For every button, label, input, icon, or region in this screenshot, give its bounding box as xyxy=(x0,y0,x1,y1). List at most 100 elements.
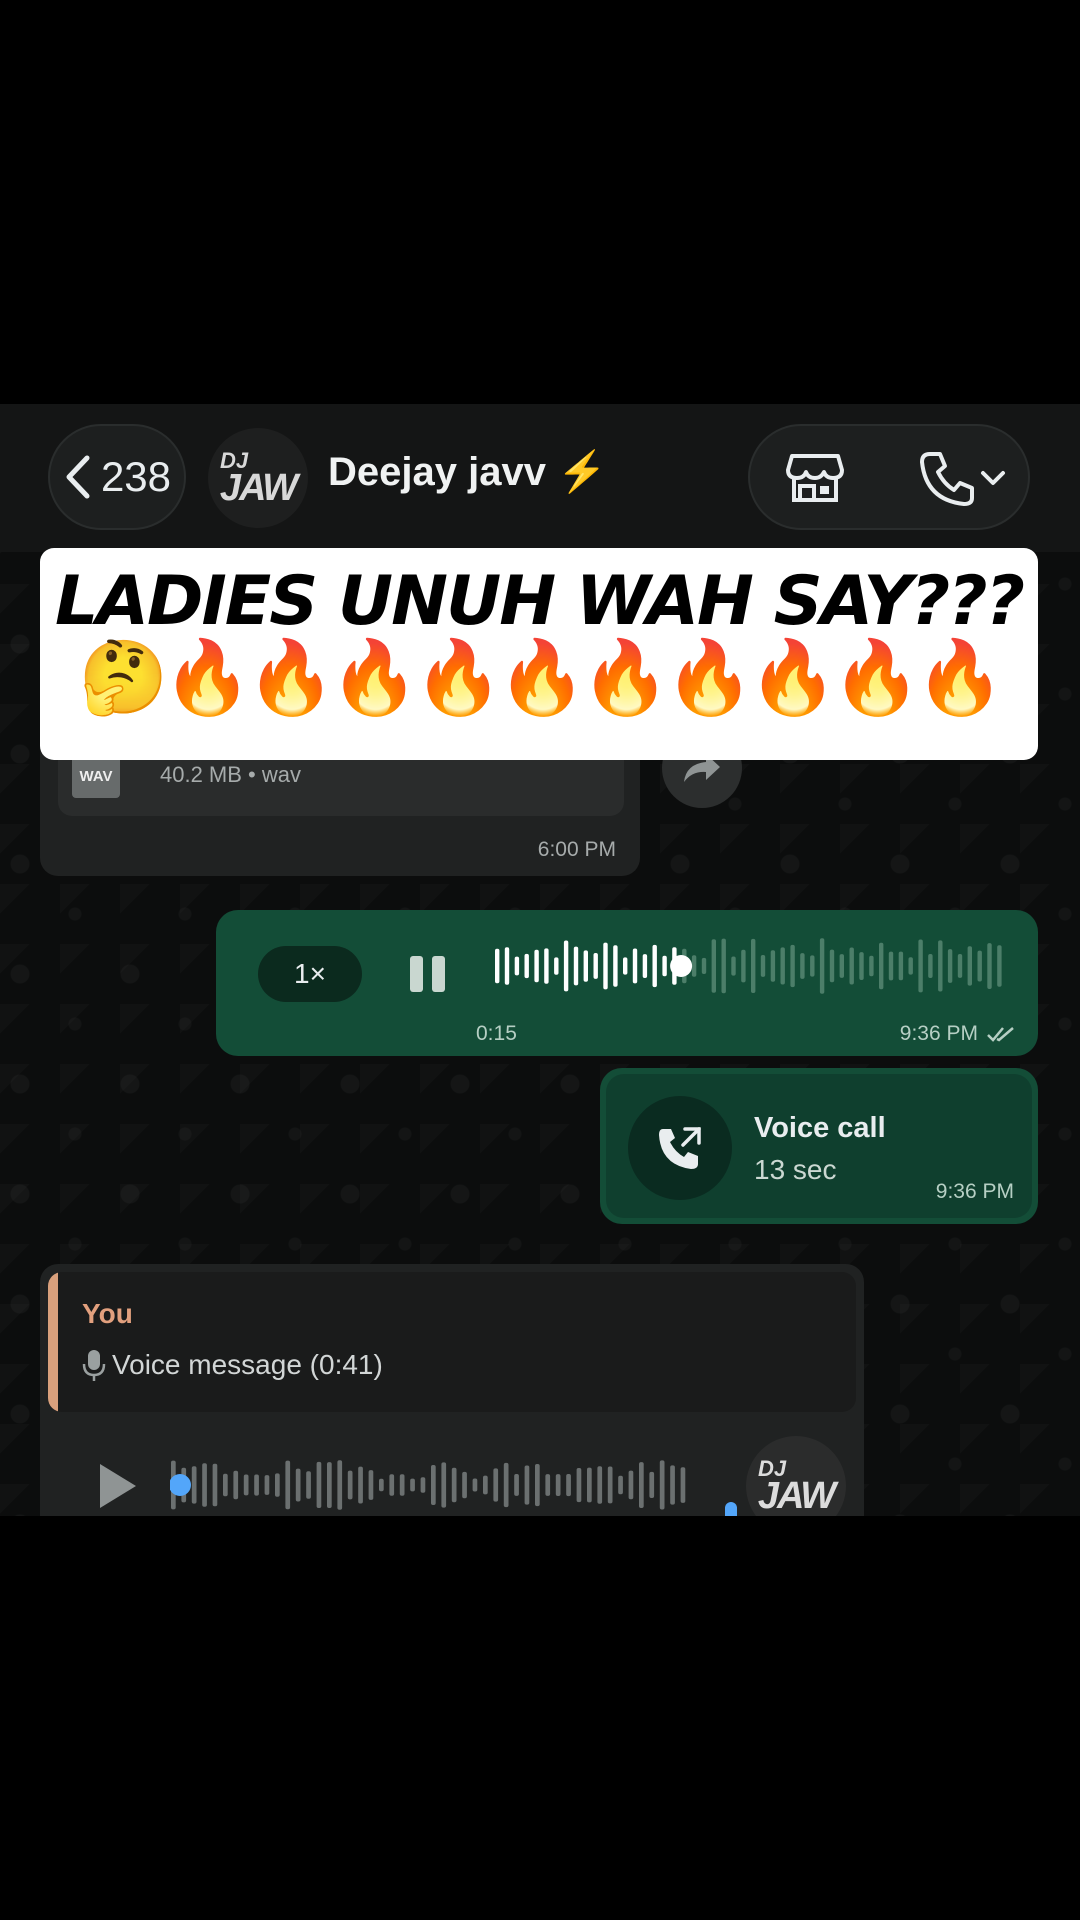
voice-waveform[interactable] xyxy=(170,1460,690,1510)
waveform-bar xyxy=(368,1470,374,1500)
waveform-bar xyxy=(576,1468,582,1503)
outgoing-voice-call-message[interactable]: Voice call 13 sec 9:36 PM xyxy=(600,1068,1038,1224)
waveform-bar xyxy=(623,957,628,975)
message-timestamp: 6:00 PM xyxy=(537,838,616,861)
waveform-bar xyxy=(441,1462,447,1508)
call-duration: 13 sec xyxy=(754,1154,837,1185)
quote-text: Voice message (0:41) xyxy=(112,1349,383,1380)
waveform-bar xyxy=(316,1461,322,1508)
waveform-bar xyxy=(202,1463,207,1507)
unread-count: 238 xyxy=(100,453,172,500)
pause-icon[interactable] xyxy=(408,954,448,994)
waveform-bar xyxy=(997,945,1002,987)
waveform-bar xyxy=(295,1468,301,1502)
waveform-bar xyxy=(587,1467,592,1503)
message-timestamp: 9:36 PM xyxy=(899,1022,978,1045)
waveform-bar xyxy=(810,955,815,977)
chat-header: 238 DJ JAW Deejay javv ⚡ xyxy=(0,404,1080,552)
waveform-bar xyxy=(859,952,864,980)
waveform-bar xyxy=(967,946,972,986)
quote-accent-bar xyxy=(48,1272,58,1412)
microphone-badge-icon xyxy=(725,1502,737,1516)
contact-name[interactable]: Deejay javv ⚡ xyxy=(328,448,607,495)
waveform-bar xyxy=(987,943,992,989)
scrubber-handle[interactable] xyxy=(170,1474,191,1496)
waveform-bar xyxy=(573,946,579,986)
waveform-bar xyxy=(223,1473,228,1497)
microphone-icon xyxy=(82,1350,106,1381)
waveform-bar xyxy=(462,1471,467,1499)
waveform-bar xyxy=(233,1470,239,1500)
waveform-bar xyxy=(451,1467,457,1503)
waveform-bar xyxy=(701,957,707,974)
scrubber-handle[interactable] xyxy=(670,955,693,977)
message-timestamp: 9:36 PM xyxy=(935,1180,1014,1203)
waveform-bar xyxy=(603,942,608,990)
quoted-message[interactable]: You Voice message (0:41) xyxy=(48,1272,856,1412)
waveform-bar xyxy=(514,956,520,976)
waveform-bar xyxy=(670,1465,675,1505)
waveform-bar xyxy=(618,1475,623,1495)
waveform-bar xyxy=(607,1466,613,1504)
quote-author: You xyxy=(82,1298,133,1329)
avatar-text-line2: JAW xyxy=(757,1474,836,1516)
waveform-bar xyxy=(760,955,766,977)
waveform-bar xyxy=(503,1462,509,1508)
waveform-bar xyxy=(275,1473,280,1497)
caption-title: LADIES UNUH WAH SAY??? xyxy=(55,562,1025,641)
voice-timestamp-wrap: 9:36 PM xyxy=(900,1022,1016,1046)
waveform-bar xyxy=(544,948,549,984)
waveform-bar xyxy=(472,1478,478,1492)
double-check-icon xyxy=(987,1027,1014,1042)
chevron-left-icon xyxy=(66,455,90,499)
waveform-bar xyxy=(957,954,963,978)
waveform-bar xyxy=(849,947,854,985)
waveform-bar xyxy=(977,950,982,982)
waveform-bar xyxy=(918,939,923,993)
waveform-bar xyxy=(554,957,559,975)
waveform-bar xyxy=(628,1470,634,1500)
waveform-bar xyxy=(420,1477,426,1493)
voice-waveform[interactable] xyxy=(494,938,1006,994)
waveform-bar xyxy=(829,949,835,983)
voice-call-button[interactable] xyxy=(918,448,1008,508)
outgoing-voice-message: 1× 0:15 9:36 PM xyxy=(216,910,1038,1056)
waveform-bar xyxy=(410,1478,415,1492)
storefront-icon[interactable] xyxy=(786,450,844,504)
waveform-bar xyxy=(285,1460,291,1510)
waveform-bar xyxy=(632,948,638,984)
waveform-bar xyxy=(483,1475,488,1495)
waveform-bar xyxy=(545,1474,551,1496)
waveform-bar xyxy=(563,940,569,992)
waveform-bar xyxy=(514,1474,519,1496)
waveform-bar xyxy=(593,953,598,979)
wav-file-icon: WAV xyxy=(72,754,120,798)
waveform-bar xyxy=(566,1474,571,1497)
waveform-bar xyxy=(212,1463,218,1507)
waveform-bar xyxy=(524,953,529,979)
header-actions xyxy=(748,424,1030,530)
waveform-bar xyxy=(597,1466,603,1504)
waveform-bar xyxy=(583,950,588,982)
call-title: Voice call xyxy=(754,1112,886,1144)
waveform-bar xyxy=(898,951,904,981)
sender-avatar[interactable]: DJ JAW xyxy=(746,1436,846,1516)
back-button[interactable]: 238 xyxy=(48,424,186,530)
waveform-bar xyxy=(751,938,756,993)
waveform-bar xyxy=(337,1460,343,1510)
voice-call-card[interactable]: Voice call 13 sec 9:36 PM xyxy=(606,1074,1032,1218)
file-meta: 40.2 MB • wav xyxy=(160,762,301,787)
waveform-bar xyxy=(721,938,726,994)
waveform-bar xyxy=(389,1474,395,1496)
waveform-bar xyxy=(680,1467,686,1503)
waveform-bar xyxy=(495,948,500,984)
play-icon[interactable] xyxy=(96,1460,140,1512)
waveform-bar xyxy=(613,945,618,987)
contact-avatar[interactable]: DJ JAW xyxy=(208,428,308,528)
phone-icon xyxy=(920,452,974,506)
avatar-text-line2: JAW xyxy=(219,466,298,509)
waveform-bar xyxy=(879,942,884,990)
waveform-bar xyxy=(780,947,785,985)
playback-speed-button[interactable]: 1× xyxy=(258,946,362,1002)
waveform-bar xyxy=(254,1474,259,1496)
